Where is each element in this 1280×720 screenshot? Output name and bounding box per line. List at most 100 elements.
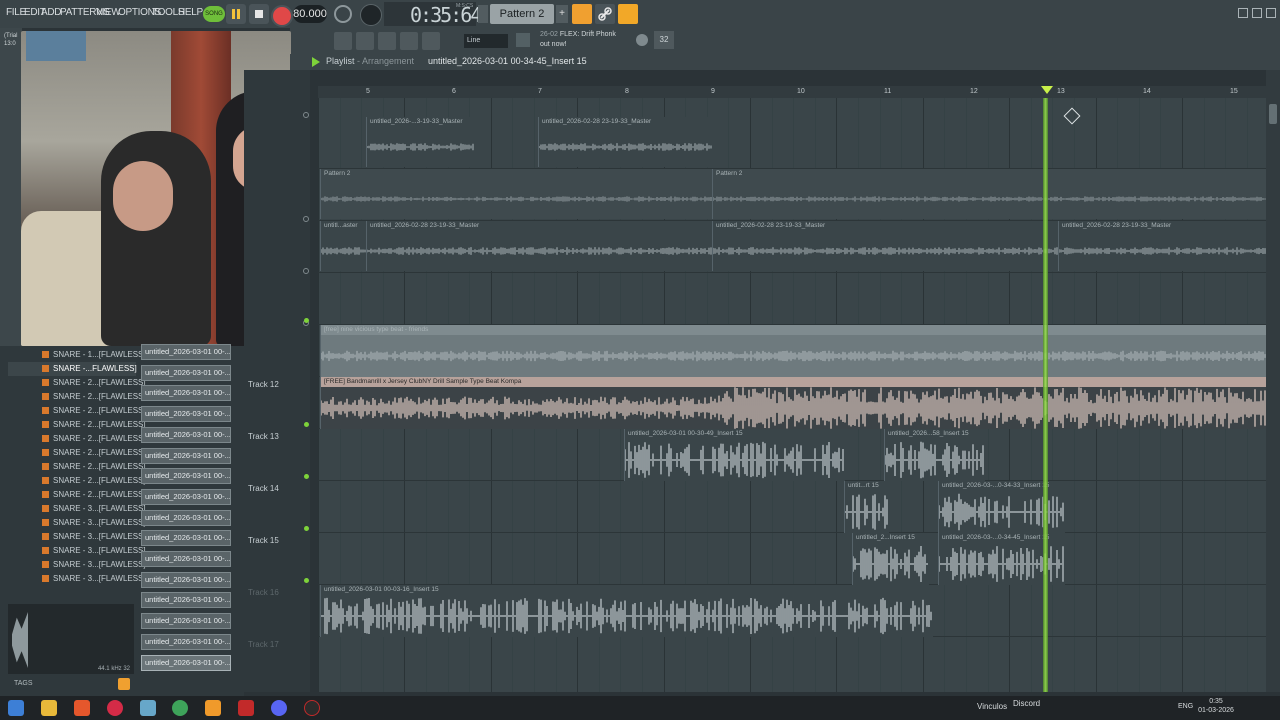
track-mute-indicator[interactable]	[303, 112, 309, 118]
track-label-12[interactable]: Track 12	[248, 380, 279, 389]
news-icon[interactable]	[516, 33, 530, 47]
track-active-led[interactable]	[304, 526, 309, 531]
track-active-led[interactable]	[304, 422, 309, 427]
tags-label[interactable]: TAGS	[14, 680, 33, 687]
browser-file-item[interactable]: SNARE - 3...[FLAWLESS]	[42, 516, 146, 530]
sample-preview[interactable]: 44.1 kHz 32	[8, 604, 134, 674]
playlist-clip[interactable]: untitled_2026-02-28 23-19-33_Master	[538, 117, 713, 167]
menu-file[interactable]: FILE	[6, 7, 26, 18]
mixer-icon[interactable]	[400, 32, 418, 50]
fl-studio-taskbar-icon[interactable]	[205, 700, 221, 716]
windows-start-icon[interactable]	[8, 700, 24, 716]
pattern-selector[interactable]: Pattern 2	[490, 4, 554, 24]
search-icon[interactable]	[118, 678, 130, 690]
playlist-clip[interactable]: untitl...aster	[320, 221, 369, 271]
browser-file-item[interactable]: SNARE - 2...[FLAWLESS]	[42, 418, 146, 432]
playhead[interactable]	[1043, 98, 1048, 692]
playlist-tool-icon[interactable]	[334, 32, 352, 50]
render-file-item[interactable]: untitled_2026-03-01 00-...	[141, 530, 231, 547]
playlist-clip[interactable]: untitled_2026-03-01 00-03-16_Insert 15	[320, 585, 933, 637]
track-active-led[interactable]	[304, 578, 309, 583]
render-file-item[interactable]: untitled_2026-03-01 00-...	[141, 447, 231, 464]
track-label-15[interactable]: Track 15	[248, 536, 279, 545]
snap-select[interactable]: Line	[464, 34, 508, 48]
playlist-clip[interactable]: untitled_2026-...3-19-33_Master	[366, 117, 475, 167]
browser-file-item[interactable]: SNARE - 2...[FLAWLESS]	[42, 488, 146, 502]
browser-file-item[interactable]: SNARE - 2...[FLAWLESS]	[42, 376, 146, 390]
minimize-icon[interactable]	[1238, 8, 1248, 18]
taskbar-clock[interactable]: 0:35 01-03-2026	[1196, 697, 1236, 715]
render-file-item[interactable]: untitled_2026-03-01 00-...	[141, 551, 231, 567]
render-file-item[interactable]: untitled_2026-03-01 00-...	[141, 385, 231, 402]
track-active-led[interactable]	[304, 318, 309, 323]
chrome-icon[interactable]	[172, 700, 188, 716]
playlist-clip[interactable]: untitled_2026...58_Insert 15	[884, 429, 985, 481]
media-player-icon[interactable]	[107, 700, 123, 716]
app-icon[interactable]	[140, 700, 156, 716]
discord-taskbar-icon[interactable]	[271, 700, 287, 716]
browser-file-item[interactable]: SNARE - 2...[FLAWLESS]	[42, 474, 146, 488]
channel-rack-icon[interactable]	[356, 32, 374, 50]
playlist-clip[interactable]: Pattern 2	[320, 169, 715, 219]
browser-file-item[interactable]: SNARE - 1...[FLAWLESS]	[42, 348, 146, 362]
taskbar-discord[interactable]: Discord	[1013, 699, 1040, 708]
maximize-icon[interactable]	[1252, 8, 1262, 18]
browser-icon[interactable]	[422, 32, 440, 50]
obs-icon[interactable]	[304, 700, 320, 716]
scrollbar-thumb[interactable]	[1269, 104, 1277, 124]
track-label-16[interactable]: Track 16	[248, 588, 279, 597]
track-active-led[interactable]	[304, 474, 309, 479]
browser-file-item[interactable]: SNARE - 3...[FLAWLESS]	[42, 502, 146, 516]
menu-view[interactable]: VIEW	[96, 7, 121, 18]
close-icon[interactable]	[1266, 8, 1276, 18]
browser-file-item[interactable]: SNARE - 2...[FLAWLESS]	[42, 446, 146, 460]
menu-help[interactable]: HELP	[178, 7, 203, 18]
render-file-item[interactable]: untitled_2026-03-01 00-...	[141, 509, 231, 526]
song-time-display[interactable]: 0:35:64 M:S:CS	[384, 2, 482, 27]
render-file-item[interactable]: untitled_2026-03-01 00-...	[141, 344, 231, 360]
tempo-display[interactable]: 80.000	[293, 5, 327, 23]
playlist-clip[interactable]: untit...rt 15	[844, 481, 889, 533]
pause-button[interactable]	[226, 4, 246, 24]
vertical-scrollbar[interactable]	[1266, 70, 1280, 692]
taskbar-vinculos[interactable]: Vinculos	[977, 702, 1007, 711]
track-label-17[interactable]: Track 17	[248, 640, 279, 649]
globe-icon[interactable]	[636, 34, 648, 46]
render-file-item[interactable]: untitled_2026-03-01 00-...	[141, 613, 231, 630]
browser-file-item[interactable]: SNARE - 2...[FLAWLESS]	[42, 432, 146, 446]
browser-file-item[interactable]: SNARE - 3...[FLAWLESS]	[42, 544, 146, 558]
render-file-item[interactable]: untitled_2026-03-01 00-...	[141, 654, 231, 671]
playlist-clip[interactable]: [FREE] Bandmanrill x Jersey ClubNY Drill…	[320, 377, 1267, 429]
browser-file-item[interactable]: SNARE - 3...[FLAWLESS]	[42, 530, 146, 544]
piano-roll-icon[interactable]	[378, 32, 396, 50]
master-volume-knob[interactable]	[360, 4, 382, 26]
taskbar-language[interactable]: ENG	[1178, 703, 1193, 710]
song-mode-toggle[interactable]: SONG	[203, 6, 225, 22]
render-file-item[interactable]: untitled_2026-03-01 00-...	[141, 633, 231, 650]
timeline-ruler[interactable]: 5 6 7 8 9 10 11 12 13 14 15	[318, 86, 1268, 98]
track-mute-indicator[interactable]	[303, 268, 309, 274]
folder-icon[interactable]	[41, 700, 57, 716]
playlist-clip[interactable]: Pattern 2	[712, 169, 1267, 219]
link-icon[interactable]	[595, 4, 615, 24]
record-button[interactable]	[271, 5, 293, 27]
playlist-clip[interactable]: untitled_2026-03-01 00-30-49_Insert 15	[624, 429, 845, 481]
play-icon[interactable]	[312, 57, 320, 67]
track-mute-indicator[interactable]	[303, 216, 309, 222]
playlist-clip[interactable]: untitled_2026-02-28 23-19-33_Master	[712, 221, 1059, 271]
render-file-item[interactable]: untitled_2026-03-01 00-...	[141, 468, 231, 485]
browser-file-item[interactable]: SNARE - 3...[FLAWLESS]	[42, 572, 146, 586]
browser-file-item[interactable]: SNARE - 2...[FLAWLESS]	[42, 404, 146, 418]
stop-button[interactable]	[249, 4, 269, 24]
add-pattern-button[interactable]: +	[556, 5, 568, 23]
render-file-item[interactable]: untitled_2026-03-01 00-...	[141, 592, 231, 609]
cpu-meter[interactable]: 32	[654, 31, 674, 49]
snap-magnet-icon[interactable]	[572, 4, 592, 24]
browser-file-item[interactable]: SNARE -...FLAWLESS]	[42, 362, 137, 376]
browser-file-item[interactable]: SNARE - 2...[FLAWLESS]	[42, 460, 146, 474]
render-file-item[interactable]: untitled_2026-03-01 00-...	[141, 406, 231, 423]
pattern-prev-arrow[interactable]	[478, 5, 488, 23]
playhead-marker[interactable]	[1041, 86, 1053, 94]
track-label-14[interactable]: Track 14	[248, 484, 279, 493]
brave-browser-icon[interactable]	[74, 700, 90, 716]
